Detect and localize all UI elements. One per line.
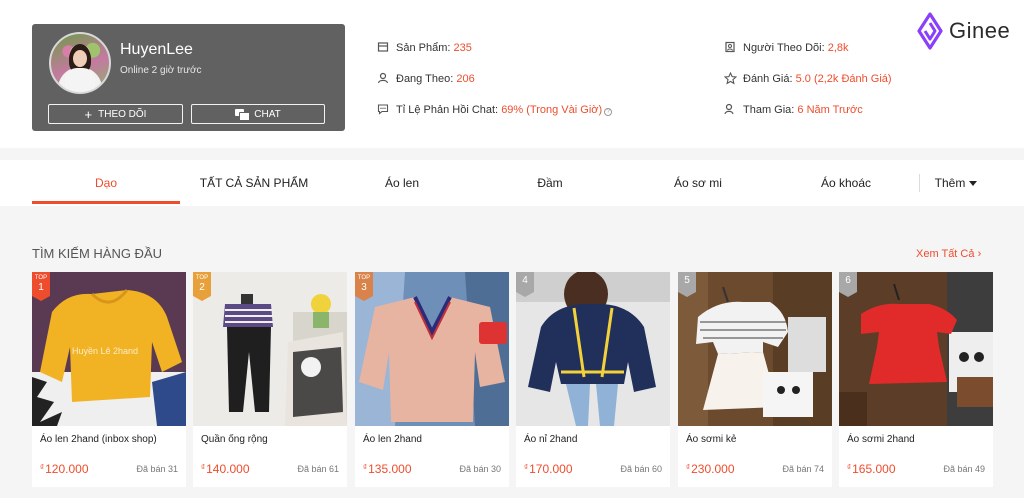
followers-count: 2,8k: [827, 42, 849, 54]
shop-profile-card: HuyenLee Online 2 giờ trước + THEO DÕI C…: [32, 24, 345, 131]
product-image[interactable]: TOP 2: [193, 272, 347, 426]
rank-badge: 6: [839, 272, 857, 297]
store-icon: [376, 41, 390, 55]
stat-rating: Đánh Giá: 5.0 (2,2k Đánh Giá): [723, 71, 892, 86]
product-price: ₫165.000: [847, 462, 896, 476]
tab-divider: [919, 174, 920, 192]
product-card[interactable]: TOP 3 Áo len 2hand ₫135.000 Đã bán 30: [355, 272, 509, 487]
chat-label: CHAT: [254, 108, 281, 120]
logo-text: Ginee: [949, 18, 1011, 43]
shop-header: HuyenLee Online 2 giờ trước + THEO DÕI C…: [0, 0, 1024, 148]
product-card[interactable]: 4 Áo nỉ 2hand ₫170.000 Đã bán 60: [516, 272, 670, 487]
followers-icon: [723, 41, 737, 55]
tab-ao-khoac[interactable]: Áo khoác: [772, 160, 920, 206]
product-price: ₫230.000: [686, 462, 735, 476]
product-price: ₫135.000: [363, 462, 412, 476]
product-card[interactable]: 5 Áo sơmi kẻ ₫230.000 Đã bán 74: [678, 272, 832, 487]
chat-button[interactable]: CHAT: [191, 104, 325, 124]
product-image[interactable]: 4: [516, 272, 670, 426]
ginee-logo: Ginee: [917, 12, 1010, 50]
tab-ao-len[interactable]: Áo len: [328, 160, 476, 206]
sold-count: Đã bán 30: [459, 464, 501, 474]
product-card[interactable]: TOP 2 Quần ống rộng ₫140.000 Đã bán 61: [193, 272, 347, 487]
product-name: Quần ống rộng: [201, 434, 268, 445]
stat-following: Đang Theo: 206: [376, 72, 475, 86]
tab-all-products[interactable]: TẤT CẢ SẢN PHẨM: [180, 160, 328, 206]
rank-badge: 5: [678, 272, 696, 297]
plus-icon: +: [84, 106, 93, 122]
products-count: 235: [453, 42, 472, 54]
user-icon: [376, 72, 390, 86]
top-rank-badge: TOP 2: [193, 272, 211, 301]
rank-badge: 4: [516, 272, 534, 297]
top-rank-badge: TOP 1: [32, 272, 50, 301]
stat-joined: Tham Gia: 6 Năm Trước: [723, 103, 863, 117]
product-image[interactable]: 6: [839, 272, 993, 426]
sold-count: Đã bán 60: [620, 464, 662, 474]
chat-response-rate: 69% (Trong Vài Giờ): [501, 104, 603, 116]
product-name: Áo len 2hand (inbox shop): [40, 434, 157, 445]
sold-count: Đã bán 61: [297, 464, 339, 474]
tab-dao[interactable]: Dạo: [32, 160, 180, 206]
product-name: Áo nỉ 2hand: [524, 434, 578, 445]
follow-button[interactable]: + THEO DÕI: [48, 104, 183, 124]
shop-name: HuyenLee: [120, 41, 193, 58]
stat-followers: Người Theo Dõi: 2,8k: [723, 41, 849, 55]
tab-ao-so-mi[interactable]: Áo sơ mi: [624, 160, 772, 206]
image-watermark: Huyền Lê 2hand: [72, 346, 139, 356]
top-rank-badge: TOP 3: [355, 272, 373, 301]
stat-products: Sản Phẩm: 235: [376, 41, 472, 55]
star-icon: [723, 71, 737, 86]
chat-icon: [235, 109, 251, 121]
product-price: ₫120.000: [40, 462, 89, 476]
chevron-right-icon: ›: [977, 248, 982, 260]
product-image[interactable]: Huyền Lê 2hand TOP 1: [32, 272, 186, 426]
section-title: TÌM KIẾM HÀNG ĐẦU: [32, 246, 163, 261]
product-card[interactable]: Huyền Lê 2hand TOP 1 Áo len 2hand (inbox …: [32, 272, 186, 487]
user-check-icon: [723, 103, 737, 117]
product-image[interactable]: TOP 3: [355, 272, 509, 426]
chat-bubble-icon: [376, 103, 390, 117]
see-all-link[interactable]: Xem Tất Cả ›: [916, 248, 981, 260]
tab-dam[interactable]: Đầm: [476, 160, 624, 206]
category-tabs: Dạo TẤT CẢ SẢN PHẨM Áo len Đầm Áo sơ mi …: [0, 160, 1024, 206]
following-count: 206: [456, 73, 475, 85]
sold-count: Đã bán 49: [943, 464, 985, 474]
online-status: Online 2 giờ trước: [120, 65, 202, 76]
product-image[interactable]: 5: [678, 272, 832, 426]
product-card[interactable]: 6 Áo sơmi 2hand ₫165.000 Đã bán 49: [839, 272, 993, 487]
sold-count: Đã bán 74: [782, 464, 824, 474]
joined-value: 6 Năm Trước: [797, 104, 863, 116]
product-price: ₫170.000: [524, 462, 573, 476]
product-price: ₫140.000: [201, 462, 250, 476]
tab-more[interactable]: Thêm: [920, 160, 992, 206]
stat-chat-response: Tỉ Lệ Phản Hồi Chat: 69% (Trong Vài Giờ)…: [376, 103, 613, 117]
help-icon[interactable]: ?: [604, 108, 613, 116]
ginee-logo-icon: [917, 12, 943, 50]
caret-down-icon: [969, 180, 978, 186]
rating-value: 5.0 (2,2k Đánh Giá): [795, 73, 892, 85]
product-name: Áo sơmi 2hand: [847, 434, 915, 445]
sold-count: Đã bán 31: [136, 464, 178, 474]
avatar[interactable]: [49, 32, 111, 94]
product-name: Áo sơmi kẻ: [686, 434, 737, 445]
follow-label: THEO DÕI: [98, 108, 147, 120]
product-name: Áo len 2hand: [363, 434, 422, 445]
